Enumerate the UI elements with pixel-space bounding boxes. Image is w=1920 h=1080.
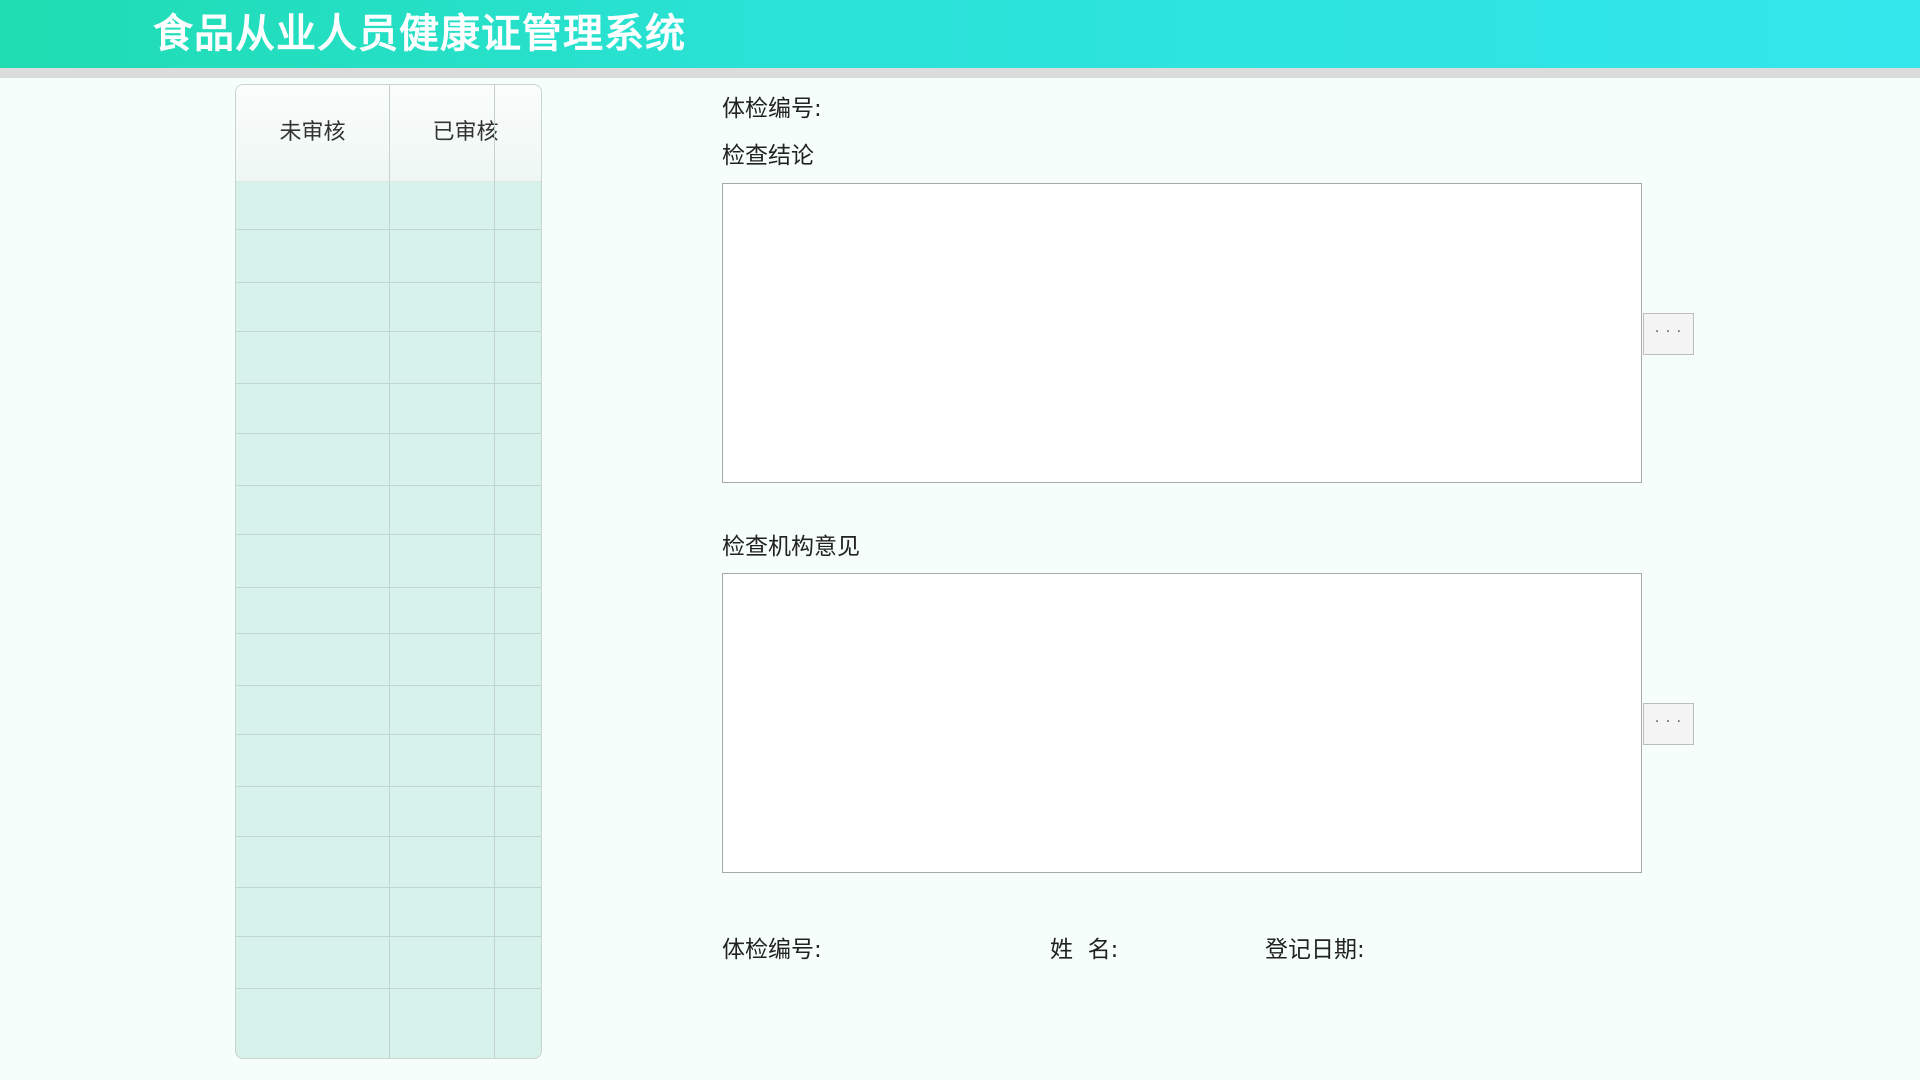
table-row[interactable] (236, 383, 541, 384)
footer-name-label: 姓 名: (1050, 937, 1119, 963)
conclusion-textarea[interactable] (722, 183, 1642, 483)
table-row[interactable] (236, 534, 541, 535)
table-row[interactable] (236, 988, 541, 989)
footer-registration-date-label: 登记日期: (1265, 937, 1365, 963)
institution-opinion-textarea[interactable] (722, 573, 1642, 873)
conclusion-more-button[interactable]: · · · (1643, 313, 1694, 355)
table-row[interactable] (236, 485, 541, 486)
table-row[interactable] (236, 836, 541, 837)
record-grid: 未审核 已审核 (235, 84, 542, 1059)
tab-unreviewed[interactable]: 未审核 (236, 85, 389, 181)
footer-exam-number-label: 体检编号: (722, 937, 822, 963)
table-row[interactable] (236, 936, 541, 937)
institution-opinion-more-button[interactable]: · · · (1643, 703, 1694, 745)
table-row[interactable] (236, 786, 541, 787)
grid-column-divider (494, 85, 495, 1058)
tab-reviewed[interactable]: 已审核 (389, 85, 541, 181)
table-row[interactable] (236, 887, 541, 888)
table-row[interactable] (236, 587, 541, 588)
grid-column-divider (389, 85, 390, 1058)
table-row[interactable] (236, 433, 541, 434)
table-row[interactable] (236, 633, 541, 634)
conclusion-label: 检查结论 (722, 143, 814, 169)
institution-opinion-label: 检查机构意见 (722, 534, 860, 560)
table-row[interactable] (236, 282, 541, 283)
title-bar: 食品从业人员健康证管理系统 (0, 0, 1920, 68)
app-title: 食品从业人员健康证管理系统 (153, 11, 686, 57)
table-row[interactable] (236, 331, 541, 332)
table-row[interactable] (236, 734, 541, 735)
exam-number-label: 体检编号: (722, 96, 822, 122)
table-row[interactable] (236, 685, 541, 686)
title-divider (0, 68, 1920, 78)
table-row[interactable] (236, 229, 541, 230)
